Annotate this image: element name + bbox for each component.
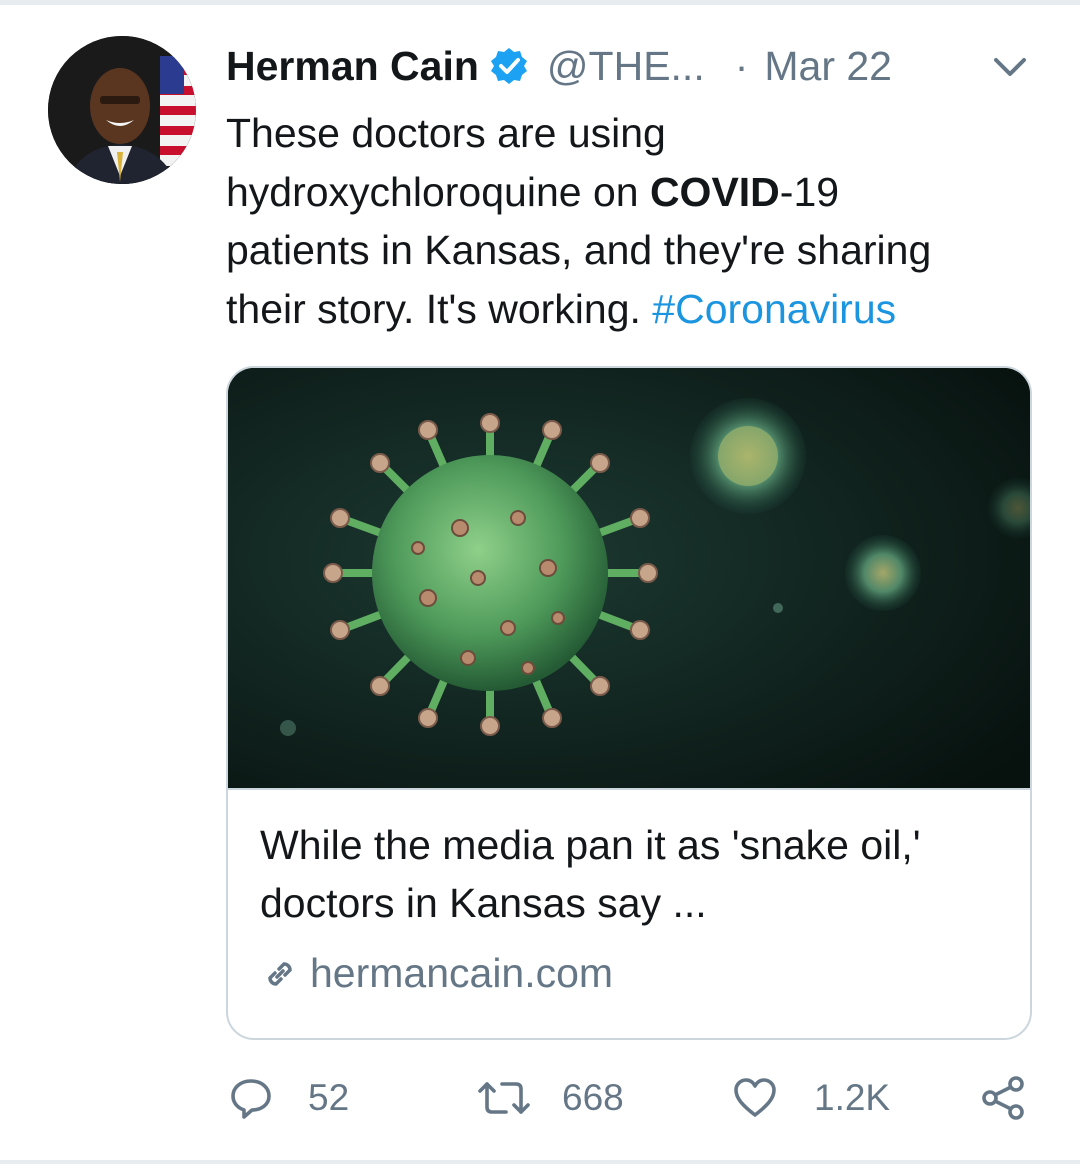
- tweet-actions: 52 668 1.2K: [0, 1068, 1080, 1128]
- like-icon: [734, 1078, 776, 1117]
- separator-dot: ·: [734, 42, 749, 89]
- tweet-text-segment: their story. It's working.: [226, 285, 653, 332]
- reply-button[interactable]: 52: [228, 1068, 349, 1128]
- card-title-line: doctors in Kansas say ...: [260, 880, 707, 926]
- card-image[interactable]: [228, 368, 1030, 790]
- share-button[interactable]: [980, 1068, 1026, 1128]
- tweet-text-line: patients in Kansas, and they're sharing: [226, 227, 932, 273]
- like-button[interactable]: 1.2K: [732, 1068, 890, 1128]
- bottom-divider: [0, 1160, 1080, 1164]
- reply-icon: [231, 1079, 271, 1119]
- card-domain: hermancain.com: [260, 950, 613, 997]
- like-count: 1.2K: [814, 1077, 891, 1118]
- retweet-icon: [478, 1082, 530, 1114]
- avatar-photo: [48, 36, 196, 184]
- tweet-date[interactable]: Mar 22: [764, 43, 892, 90]
- card-title-line: While the media pan it as 'snake oil,': [260, 822, 921, 868]
- chevron-down-icon[interactable]: [990, 52, 1030, 82]
- reply-count: 52: [308, 1077, 350, 1118]
- author-handle[interactable]: @THE...: [547, 43, 705, 90]
- tweet-text-segment: -19: [779, 168, 840, 215]
- tweet-text-line: their story. It's working. #Coronavirus: [226, 280, 1036, 339]
- tweet-text-line: hydroxychloroquine on COVID-19: [226, 163, 1036, 222]
- share-icon: [982, 1076, 1024, 1120]
- verified-badge-icon: [490, 48, 527, 84]
- card-title[interactable]: While the media pan it as 'snake oil,' d…: [260, 816, 1000, 932]
- avatar[interactable]: [48, 36, 196, 184]
- tweet-text-bold: COVID: [649, 168, 780, 215]
- retweet-button[interactable]: 668: [476, 1068, 624, 1128]
- coronavirus-illustration: [228, 368, 1030, 788]
- tweet-text-segment: hydroxychloroquine on: [226, 168, 650, 215]
- card-domain-text: hermancain.com: [310, 950, 614, 996]
- tweet-header: Herman Cain @THE... · Mar 22: [226, 36, 1056, 96]
- retweet-count: 668: [562, 1077, 624, 1118]
- tweet-text: These doctors are using hydroxychloroqui…: [226, 104, 1036, 338]
- hashtag-link[interactable]: #Coronavirus: [652, 286, 896, 332]
- author-name[interactable]: Herman Cain: [226, 43, 479, 90]
- link-preview-card[interactable]: While the media pan it as 'snake oil,' d…: [226, 366, 1032, 1040]
- top-divider: [0, 0, 1080, 5]
- link-icon: [268, 961, 292, 986]
- tweet-text-line: These doctors are using: [226, 110, 666, 156]
